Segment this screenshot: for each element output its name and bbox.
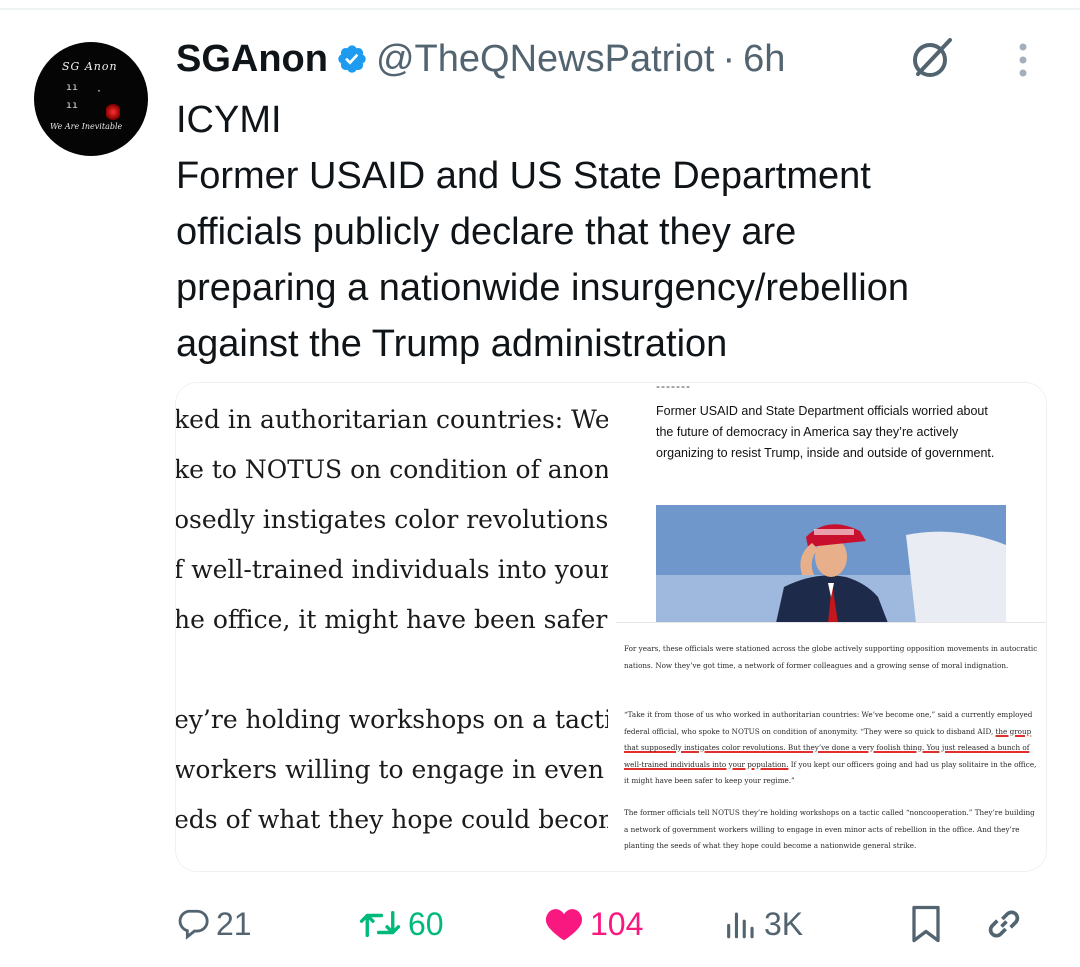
reply-button[interactable]: 21 <box>176 896 252 952</box>
article-crop-line: he office, it might have been safer to <box>176 605 608 634</box>
tweet-text: ICYMI Former USAID and US State Departme… <box>176 92 1056 372</box>
tweet-line: Former USAID and US State Department <box>176 155 871 197</box>
bookmark-icon <box>912 905 940 943</box>
separator-dot: · <box>722 37 736 80</box>
heart-icon <box>545 909 583 941</box>
timestamp[interactable]: 6h <box>743 38 785 81</box>
article-crop-line: ke to NOTUS on condition of anony <box>176 455 608 484</box>
article-text: “Take it from those of us who worked in … <box>624 710 1033 736</box>
tweet-line: ICYMI <box>176 99 282 141</box>
avatar-mark: ıı <box>66 100 79 111</box>
article-crop-line: osedly instigates color revolutions. B <box>176 505 608 534</box>
action-bar: 21 60 104 3K <box>0 896 1080 956</box>
article-crop-line: eds of what they hope could become <box>176 805 608 834</box>
repost-icon <box>359 910 401 938</box>
views-button[interactable]: 3K <box>722 896 803 952</box>
share-icon <box>988 910 1020 938</box>
avatar-mark: · <box>96 86 103 97</box>
bookmark-button[interactable] <box>908 896 944 952</box>
tweet-line: preparing a nationwide insurgency/rebell… <box>176 267 910 309</box>
repost-count: 60 <box>408 905 444 942</box>
views-count: 3K <box>764 905 804 942</box>
media-grid: ked in authoritarian countries: We’v ke … <box>175 382 1047 872</box>
tweet-header: SGAnon @TheQNewsPatriot · 6h <box>176 34 785 84</box>
avatar-mark: ıı <box>66 82 79 93</box>
tweet-line: officials publicly declare that they are <box>176 211 797 253</box>
article-paragraph: “Take it from those of us who worked in … <box>624 707 1038 790</box>
tweet-line: against the Trump administration <box>176 323 728 365</box>
like-count: 104 <box>590 905 644 942</box>
article-paragraph: The former officials tell NOTUS they’re … <box>624 808 1035 850</box>
media-image-article-body[interactable]: For years, these officials were statione… <box>616 633 1046 871</box>
media-gap <box>608 383 616 871</box>
like-button[interactable]: 104 <box>544 896 643 952</box>
verified-badge-icon <box>338 45 366 73</box>
grok-icon[interactable] <box>906 34 958 82</box>
media-image-article-header[interactable]: ------- Former USAID and State Departmen… <box>616 383 1046 623</box>
display-name[interactable]: SGAnon <box>176 38 328 81</box>
avatar[interactable]: SG Anon ıı ıı · We Are Inevitable <box>34 42 148 156</box>
avatar-text-top: SG Anon <box>62 60 118 73</box>
article-caption: Former USAID and State Department offici… <box>656 404 995 460</box>
reply-icon <box>178 909 209 940</box>
article-dash: ------- <box>656 383 691 393</box>
more-options-icon[interactable] <box>1014 40 1032 80</box>
article-paragraph: For years, these officials were statione… <box>624 644 1038 670</box>
handle[interactable]: @TheQNewsPatriot <box>376 38 714 81</box>
media-image-article-crop[interactable]: ked in authoritarian countries: We’v ke … <box>176 383 608 871</box>
article-crop-line: workers willing to engage in even m <box>176 755 608 784</box>
avatar-red-glow <box>106 102 120 122</box>
top-divider <box>0 8 1080 10</box>
avatar-text-bottom: We Are Inevitable <box>50 122 123 131</box>
article-crop-line: ked in authoritarian countries: We’v <box>176 405 608 434</box>
share-button[interactable] <box>984 896 1024 952</box>
article-crop-line: f well-trained individuals into your p <box>176 555 608 584</box>
article-photo <box>656 505 1006 622</box>
article-crop-line: ey’re holding workshops on a tactic <box>176 705 608 734</box>
views-icon <box>727 912 754 939</box>
reply-count: 21 <box>216 905 252 942</box>
repost-button[interactable]: 60 <box>358 896 444 952</box>
